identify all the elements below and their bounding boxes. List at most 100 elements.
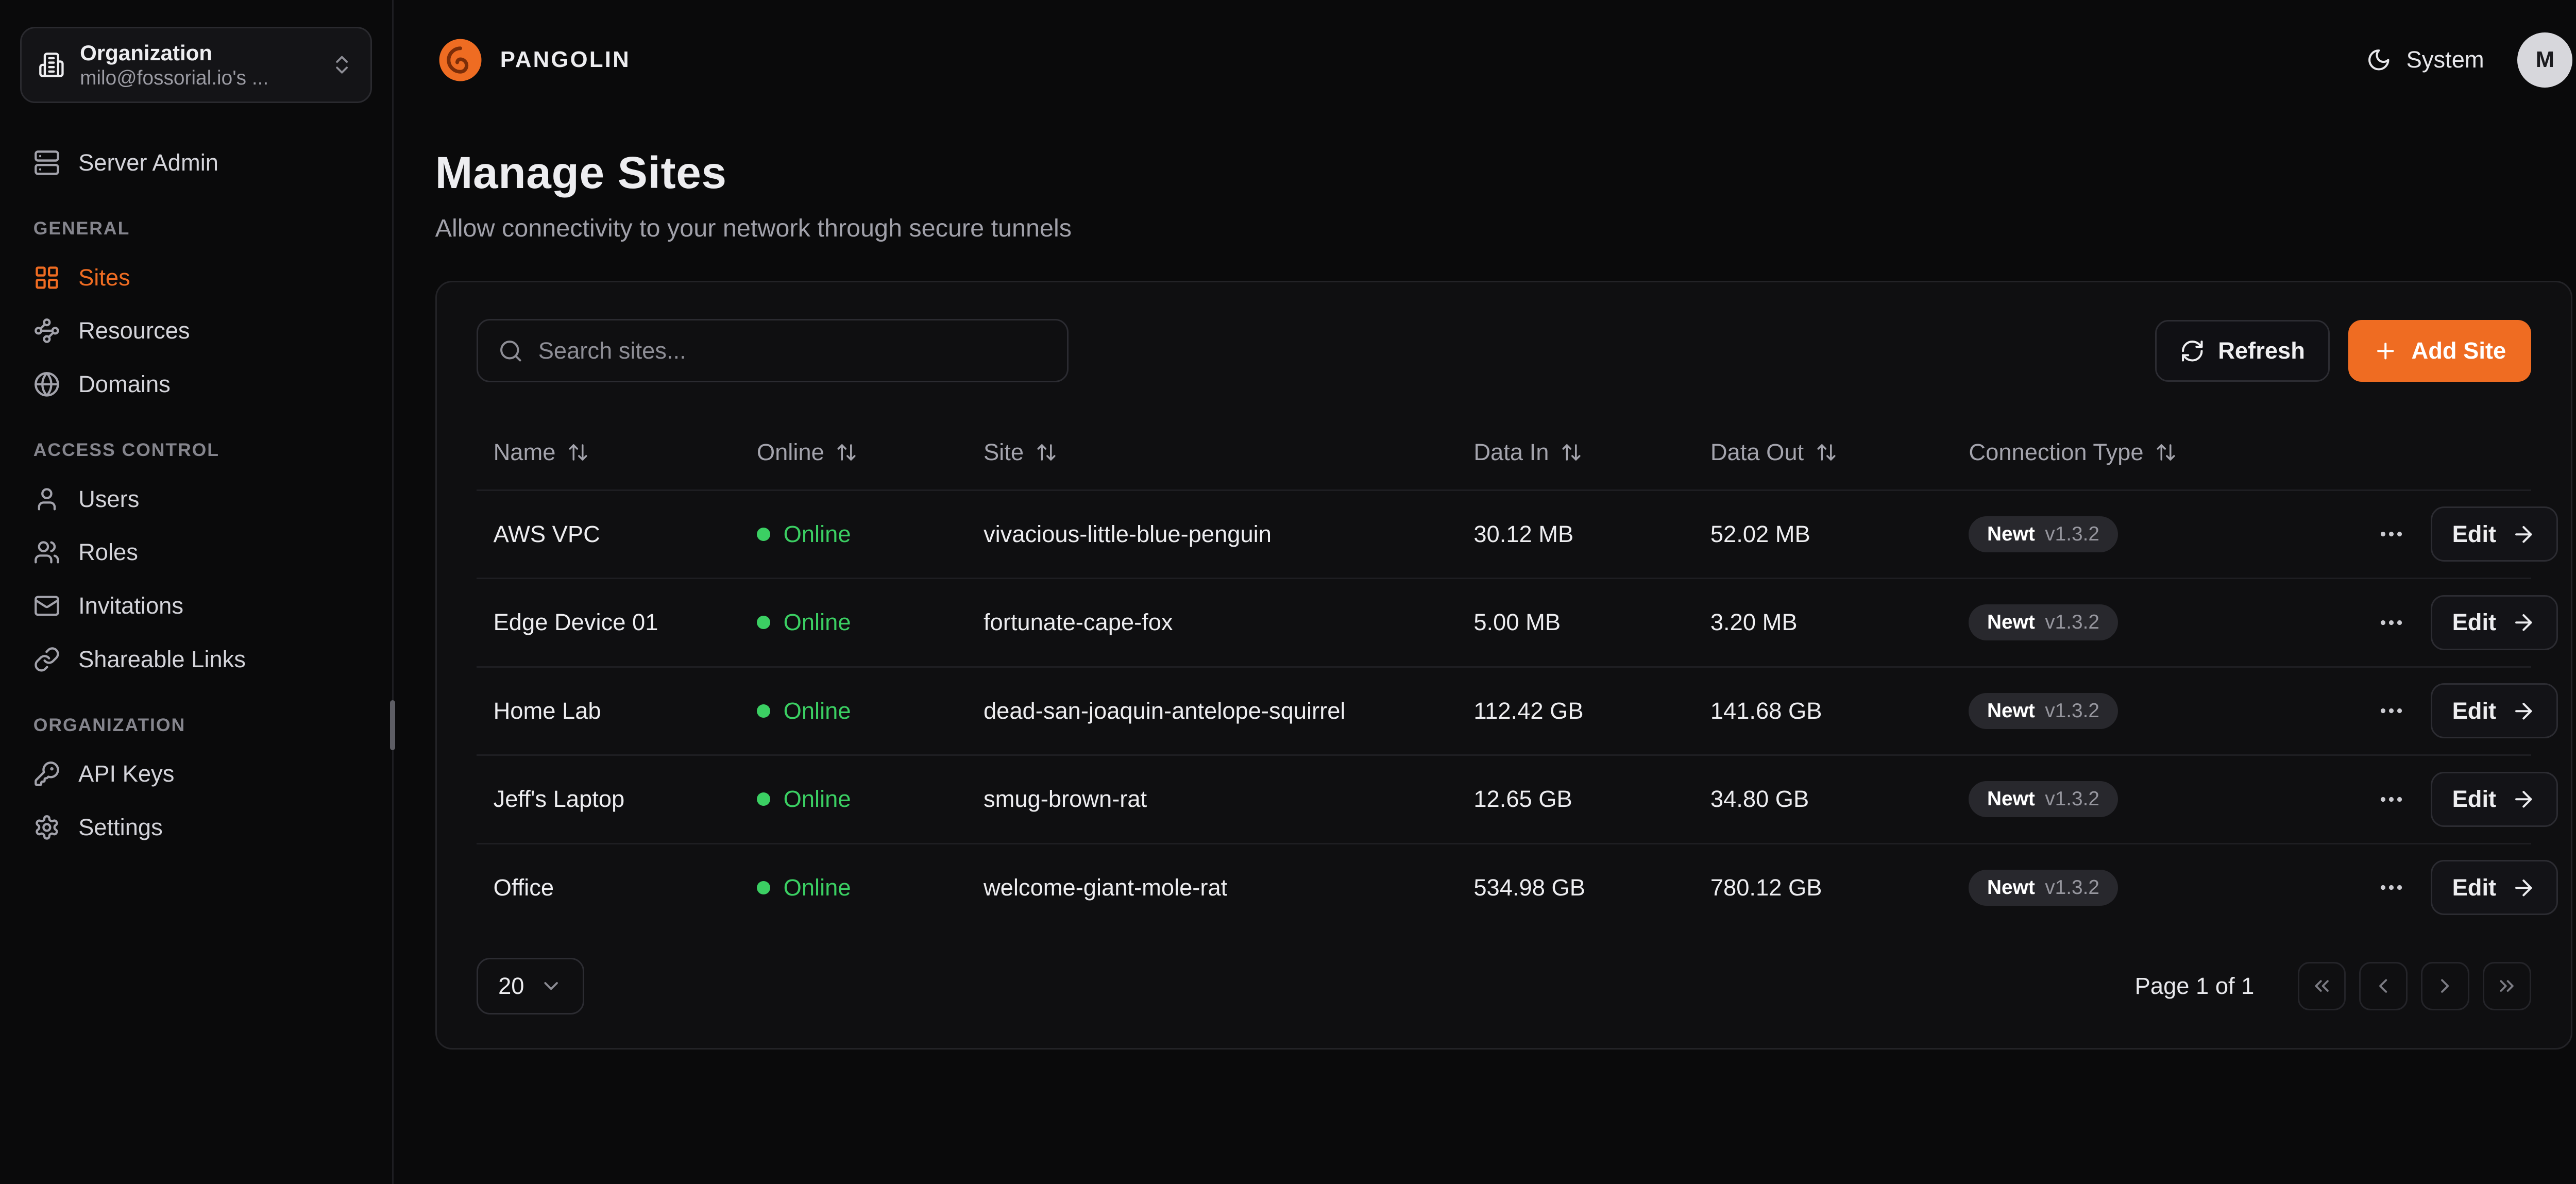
sidebar-resize-handle[interactable]	[390, 700, 395, 750]
arrow-right-icon	[2511, 699, 2536, 724]
cell-data-in: 12.65 GB	[1457, 786, 1694, 813]
mail-icon	[33, 593, 60, 619]
add-site-label: Add Site	[2411, 337, 2506, 364]
org-selector-text: Organization milo@fossorial.io's ...	[80, 40, 315, 90]
theme-toggle[interactable]: System	[2366, 46, 2484, 73]
client-name: Newt	[1987, 788, 2035, 810]
section-heading-general: GENERAL	[33, 218, 359, 239]
cell-site: smug-brown-rat	[967, 786, 1457, 813]
refresh-button[interactable]: Refresh	[2155, 320, 2330, 382]
last-page-button[interactable]	[2483, 962, 2531, 1010]
sidebar-item-server-admin[interactable]: Server Admin	[20, 136, 372, 190]
cell-connection-type: Newt v1.3.2	[1952, 604, 2361, 640]
column-label: Site	[984, 439, 1024, 466]
sidebar-item-invitations[interactable]: Invitations	[20, 579, 372, 633]
column-label: Online	[757, 439, 824, 466]
sidebar-item-api-keys[interactable]: API Keys	[20, 747, 372, 801]
avatar[interactable]: M	[2517, 32, 2572, 88]
organization-icon	[38, 52, 65, 78]
row-menu-button[interactable]	[2377, 608, 2405, 637]
sort-icon	[1561, 442, 1582, 463]
sidebar-item-settings[interactable]: Settings	[20, 801, 372, 854]
row-menu-button[interactable]	[2377, 785, 2405, 814]
arrow-right-icon	[2511, 522, 2536, 547]
row-menu-button[interactable]	[2377, 520, 2405, 548]
server-icon	[33, 149, 60, 176]
cell-online-status: Online	[740, 786, 967, 813]
cell-online-status: Online	[740, 698, 967, 724]
cell-data-in: 5.00 MB	[1457, 609, 1694, 636]
chevrons-up-down-icon	[330, 53, 353, 76]
page-subtitle: Allow connectivity to your network throu…	[435, 214, 2573, 243]
sidebar-item-resources[interactable]: Resources	[20, 304, 372, 358]
cell-actions: Edit	[2361, 595, 2561, 650]
globe-icon	[33, 371, 60, 398]
cell-site: dead-san-joaquin-antelope-squirrel	[967, 698, 1457, 724]
search-input[interactable]	[538, 337, 1047, 364]
client-name: Newt	[1987, 876, 2035, 899]
sidebar: Organization milo@fossorial.io's ... Ser…	[0, 0, 394, 1184]
client-name: Newt	[1987, 611, 2035, 634]
chevrons-left-icon	[2310, 974, 2333, 997]
add-site-button[interactable]: Add Site	[2348, 320, 2531, 382]
plus-icon	[2373, 339, 2398, 364]
next-page-button[interactable]	[2421, 962, 2469, 1010]
sidebar-item-sites[interactable]: Sites	[20, 251, 372, 305]
org-selector[interactable]: Organization milo@fossorial.io's ...	[20, 27, 372, 103]
chevrons-right-icon	[2495, 974, 2518, 997]
row-menu-button[interactable]	[2377, 873, 2405, 902]
column-header-name[interactable]: Name	[477, 439, 740, 466]
cell-online-status: Online	[740, 874, 967, 901]
app-root: Organization milo@fossorial.io's ... Ser…	[0, 0, 2576, 1184]
cell-online-status: Online	[740, 609, 967, 636]
cell-data-out: 780.12 GB	[1693, 874, 1952, 901]
row-menu-button[interactable]	[2377, 697, 2405, 725]
table-toolbar: Refresh Add Site	[477, 319, 2531, 382]
online-label: Online	[784, 521, 851, 548]
cell-site: welcome-giant-mole-rat	[967, 874, 1457, 901]
link-icon	[33, 646, 60, 673]
cell-actions: Edit	[2361, 772, 2561, 827]
user-icon	[33, 486, 60, 513]
chevron-down-icon	[539, 974, 563, 997]
column-header-online[interactable]: Online	[740, 439, 967, 466]
sidebar-item-users[interactable]: Users	[20, 472, 372, 526]
cell-data-out: 34.80 GB	[1693, 786, 1952, 813]
sidebar-item-domains[interactable]: Domains	[20, 358, 372, 411]
column-header-data-out[interactable]: Data Out	[1693, 439, 1952, 466]
cell-name: Home Lab	[477, 698, 740, 724]
pangolin-logo-icon	[435, 35, 485, 85]
client-version: v1.3.2	[2045, 788, 2099, 810]
edit-button[interactable]: Edit	[2431, 595, 2558, 650]
sort-icon	[2155, 442, 2177, 463]
first-page-button[interactable]	[2298, 962, 2346, 1010]
edit-button[interactable]: Edit	[2431, 860, 2558, 915]
topbar: PANGOLIN System M	[435, 0, 2573, 120]
page-size-select[interactable]: 20	[477, 958, 584, 1014]
column-label: Data In	[1473, 439, 1549, 466]
sidebar-item-shareable-links[interactable]: Shareable Links	[20, 633, 372, 686]
table-header-row: Name Online Site Data In	[477, 416, 2531, 489]
edit-label: Edit	[2452, 609, 2497, 636]
column-header-connection-type[interactable]: Connection Type	[1952, 439, 2361, 466]
table-row: Edge Device 01 Online fortunate-cape-fox…	[477, 578, 2531, 666]
search-icon	[498, 339, 523, 364]
table-row: Office Online welcome-giant-mole-rat 534…	[477, 843, 2531, 932]
page-indicator: Page 1 of 1	[2135, 973, 2255, 1000]
topbar-right: System M	[2366, 32, 2572, 88]
cell-actions: Edit	[2361, 683, 2561, 738]
brand[interactable]: PANGOLIN	[435, 35, 631, 85]
edit-button[interactable]: Edit	[2431, 772, 2558, 827]
edit-button[interactable]: Edit	[2431, 683, 2558, 738]
previous-page-button[interactable]	[2359, 962, 2408, 1010]
sidebar-item-roles[interactable]: Roles	[20, 526, 372, 579]
client-version: v1.3.2	[2045, 876, 2099, 899]
edit-button[interactable]: Edit	[2431, 506, 2558, 562]
column-header-data-in[interactable]: Data In	[1457, 439, 1694, 466]
column-header-site[interactable]: Site	[967, 439, 1457, 466]
cell-data-out: 52.02 MB	[1693, 521, 1952, 548]
arrow-right-icon	[2511, 787, 2536, 812]
main-content: PANGOLIN System M Manage Sites Allow con…	[394, 0, 2576, 1184]
arrow-right-icon	[2511, 875, 2536, 901]
cell-data-in: 30.12 MB	[1457, 521, 1694, 548]
